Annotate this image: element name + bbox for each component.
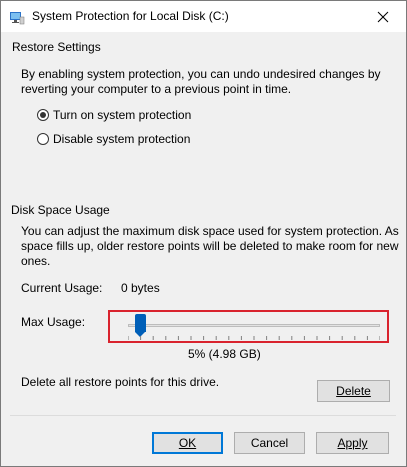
title-bar: System Protection for Local Disk (C:) [1,1,406,32]
delete-button-label: Delete [336,384,371,398]
ok-button-label: OK [178,436,197,450]
radio-disable-protection[interactable]: Disable system protection [37,132,190,146]
close-icon [377,11,389,22]
divider [10,415,396,416]
apply-button[interactable]: Apply [316,432,389,454]
radio-unchecked-indicator [37,133,49,145]
current-usage-label: Current Usage: [21,281,103,295]
slider-track[interactable] [128,324,380,327]
disk-space-description: You can adjust the maximum disk space us… [21,224,399,269]
disk-space-usage-label: Disk Space Usage [11,203,110,217]
window-title: System Protection for Local Disk (C:) [32,9,229,23]
apply-button-label: Apply [337,436,368,450]
close-button[interactable] [360,1,406,32]
system-protection-dialog: System Protection for Local Disk (C:) Re… [0,0,407,467]
delete-description: Delete all restore points for this drive… [21,375,220,389]
max-usage-label: Max Usage: [21,315,86,329]
description-line: You can adjust the maximum disk space us… [21,224,399,238]
description-line: reverting your computer to a previous po… [21,82,292,96]
description-line: By enabling system protection, you can u… [21,67,381,81]
restore-settings-label: Restore Settings [12,40,101,54]
radio-checked-indicator [37,109,49,121]
delete-button[interactable]: Delete [317,380,390,402]
restore-settings-description: By enabling system protection, you can u… [21,67,381,97]
current-usage-value: 0 bytes [121,281,160,295]
max-usage-readout: 5% (4.98 GB) [188,347,261,361]
ok-button[interactable]: OK [152,432,223,454]
system-properties-icon [9,9,25,25]
slider-ticks [128,336,380,340]
cancel-button-label: Cancel [250,436,289,450]
radio-label: Disable system protection [53,132,191,146]
radio-turn-on-protection[interactable]: Turn on system protection [37,108,191,122]
cancel-button[interactable]: Cancel [234,432,305,454]
max-usage-slider-highlight [108,310,389,343]
radio-label: Turn on system protection [53,108,192,122]
description-line: space fills up, older restore points wil… [21,239,399,253]
description-line: ones. [21,254,51,268]
slider-thumb[interactable] [135,314,147,337]
